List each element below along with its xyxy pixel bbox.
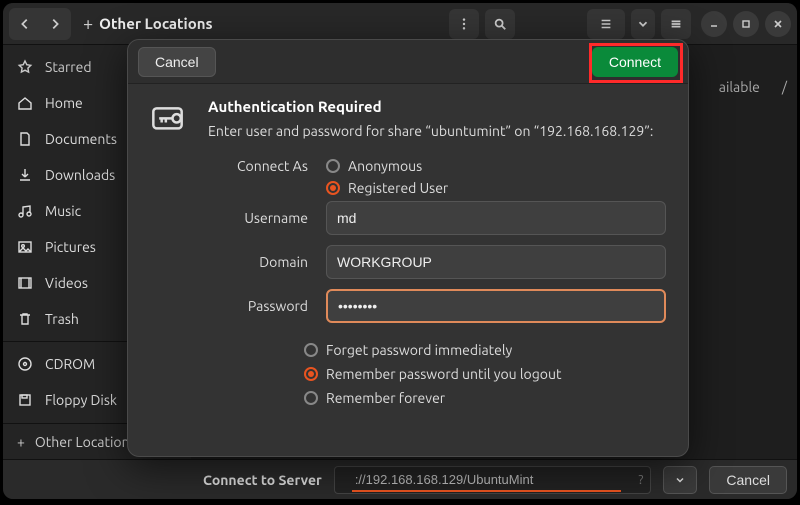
- connect-to-server-label: Connect to Server: [203, 472, 322, 488]
- dialog-cancel-button[interactable]: Cancel: [138, 47, 216, 77]
- nav-group: [9, 8, 71, 40]
- path-slash: /: [782, 79, 787, 95]
- dialog-title: Authentication Required: [208, 98, 653, 115]
- sidebar-item-label: CDROM: [45, 356, 95, 372]
- password-label: Password: [208, 298, 308, 314]
- radio-forget-immediately[interactable]: Forget password immediately: [304, 342, 666, 358]
- bottombar: Connect to Server ? Cancel: [3, 459, 797, 499]
- close-button[interactable]: [765, 11, 791, 37]
- window-controls: [701, 11, 791, 37]
- dialog-header: Cancel Connect: [128, 40, 688, 84]
- sidebar-item-label: Pictures: [45, 239, 96, 255]
- radio-remember-forever[interactable]: Remember forever: [304, 390, 666, 406]
- sidebar-footer-label: Other Locations: [35, 434, 136, 450]
- view-list-button[interactable]: [587, 9, 625, 39]
- server-address-wrap: ?: [334, 466, 652, 494]
- sidebar-item-label: Videos: [45, 275, 88, 291]
- dialog-subtitle: Enter user and password for share “ubunt…: [208, 123, 653, 139]
- radio-remember-logout[interactable]: Remember password until you logout: [304, 366, 666, 382]
- available-label: ailable: [719, 79, 760, 95]
- forward-button[interactable]: [41, 10, 69, 38]
- breadcrumb-text: Other Locations: [99, 15, 212, 32]
- history-dropdown-button[interactable]: [663, 466, 697, 494]
- dialog-connect-button[interactable]: Connect: [592, 47, 678, 77]
- maximize-button[interactable]: [733, 11, 759, 37]
- sidebar-item-label: Music: [45, 203, 81, 219]
- connect-as-label: Connect As: [208, 158, 308, 174]
- domain-input[interactable]: [326, 245, 666, 279]
- server-address-input[interactable]: [334, 466, 652, 494]
- server-cancel-button[interactable]: Cancel: [709, 466, 787, 494]
- username-label: Username: [208, 210, 308, 226]
- domain-label: Domain: [208, 254, 308, 270]
- sidebar-item-label: Starred: [45, 59, 92, 75]
- radio-label: Remember password until you logout: [326, 366, 561, 382]
- password-input[interactable]: [326, 289, 666, 323]
- auth-dialog: Cancel Connect Authentication Required E…: [127, 39, 689, 457]
- sidebar-item-label: Home: [45, 95, 83, 111]
- sidebar-item-label: Documents: [45, 131, 117, 147]
- plus-icon: +: [83, 14, 93, 34]
- radio-registered[interactable]: Registered User: [326, 180, 448, 196]
- back-button[interactable]: [11, 10, 39, 38]
- username-input[interactable]: [326, 201, 666, 235]
- view-dropdown-button[interactable]: [631, 9, 655, 39]
- plus-icon: +: [17, 434, 25, 450]
- radio-label: Remember forever: [326, 390, 445, 406]
- radio-label: Anonymous: [348, 158, 422, 174]
- hamburger-button[interactable]: [661, 9, 691, 39]
- radio-label: Forget password immediately: [326, 342, 512, 358]
- file-manager-window: + Other Locations: [3, 3, 797, 499]
- help-icon[interactable]: ?: [638, 473, 643, 487]
- menu-button[interactable]: [449, 9, 479, 39]
- sidebar-item-label: Trash: [45, 311, 79, 327]
- search-button[interactable]: [485, 9, 515, 39]
- radio-label: Registered User: [348, 180, 448, 196]
- radio-anonymous[interactable]: Anonymous: [326, 158, 448, 174]
- sidebar-item-label: Floppy Disk: [45, 392, 117, 408]
- breadcrumb[interactable]: + Other Locations: [77, 14, 443, 34]
- minimize-button[interactable]: [701, 11, 727, 37]
- key-icon: [150, 100, 190, 140]
- sidebar-item-label: Downloads: [45, 167, 115, 183]
